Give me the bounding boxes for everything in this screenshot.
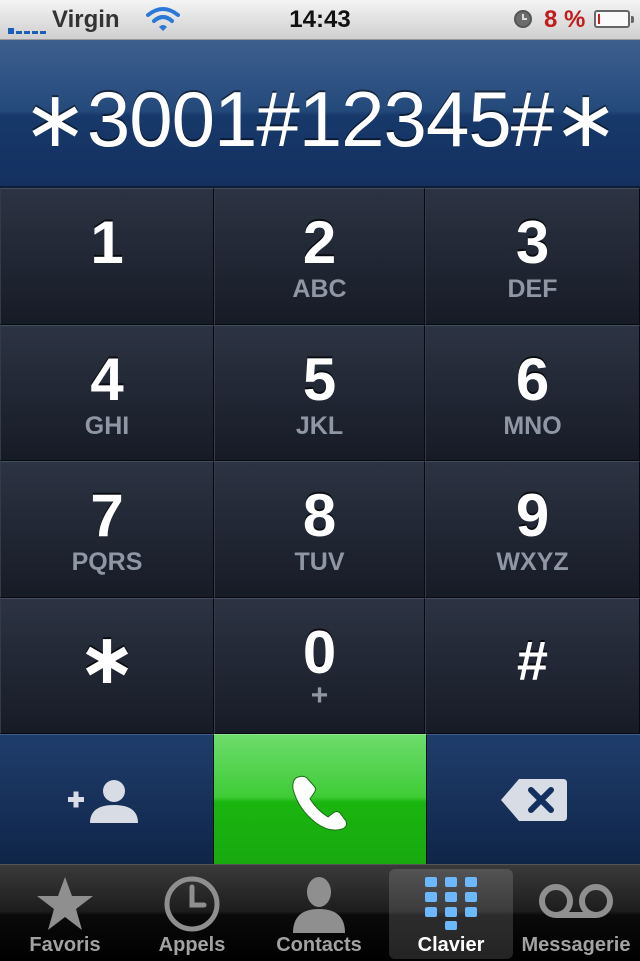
key-letters: MNO [503,412,562,440]
call-button[interactable] [214,734,426,864]
key-2[interactable]: 2 ABC [214,188,425,325]
key-star[interactable]: ∗ [0,598,214,734]
key-letters: WXYZ [496,548,569,576]
key-letters: + [310,679,329,712]
key-digit: 5 [302,346,337,413]
key-1[interactable]: 1 [0,188,214,325]
key-6[interactable]: 6 MNO [425,325,640,461]
keypad-icon [425,877,477,930]
key-9[interactable]: 9 WXYZ [425,461,640,598]
key-digit: 7 [90,482,124,549]
dialed-number: ∗3001#12345#∗ [22,75,619,163]
key-letters: JKL [295,412,344,440]
key-digit: 0 [302,619,337,686]
dialed-number-display: ∗3001#12345#∗ [0,40,640,188]
battery-icon [594,10,634,28]
tab-label: Clavier [417,934,485,956]
tab-label: Contacts [276,934,362,956]
key-digit: 3 [515,209,550,276]
key-5[interactable]: 5 JKL [214,325,425,461]
tab-label: Favoris [29,934,101,956]
key-digit: # [516,629,549,692]
key-digit: 6 [515,346,550,413]
key-letters: TUV [294,548,345,576]
tab-messagerie[interactable]: Messagerie [514,869,638,959]
tab-label: Messagerie [521,934,631,956]
tab-favoris[interactable]: Favoris [3,869,127,959]
keypad: 1 2 ABC 3 DEF 4 GHI 5 JKL 6 MNO 7 PQRS 8… [0,188,640,734]
alarm-clock-icon [514,10,532,28]
star-icon [37,877,93,930]
tab-contacts[interactable]: Contacts [257,869,381,959]
delete-button[interactable] [426,734,640,864]
tab-bar: Favoris Appels Contacts Clavier Messager… [0,864,640,961]
key-digit: 4 [90,346,124,413]
tab-label: Appels [158,934,226,956]
key-digit: ∗ [77,620,137,698]
add-contact-button[interactable] [0,734,214,864]
backspace-icon [501,779,567,821]
key-digit: 8 [302,482,337,549]
key-3[interactable]: 3 DEF [425,188,640,325]
add-contact-icon [68,780,138,823]
key-4[interactable]: 4 GHI [0,325,214,461]
key-letters: ABC [292,275,347,303]
clock-icon [164,876,220,932]
voicemail-icon [539,884,613,918]
key-0[interactable]: 0 + [214,598,425,734]
key-digit: 9 [515,482,550,549]
phone-icon [292,775,347,831]
key-digit: 1 [90,209,124,276]
key-7[interactable]: 7 PQRS [0,461,214,598]
tab-clavier[interactable]: Clavier [389,869,513,959]
person-icon [293,877,345,933]
key-8[interactable]: 8 TUV [214,461,425,598]
key-letters: GHI [84,412,130,440]
battery-percentage: 8 % [544,6,586,33]
key-hash[interactable]: # [425,598,640,734]
status-bar: Virgin 14:43 8 % [0,0,640,40]
key-letters: DEF [507,275,558,303]
tab-appels[interactable]: Appels [130,869,254,959]
key-letters: PQRS [71,548,143,576]
key-digit: 2 [302,209,337,276]
